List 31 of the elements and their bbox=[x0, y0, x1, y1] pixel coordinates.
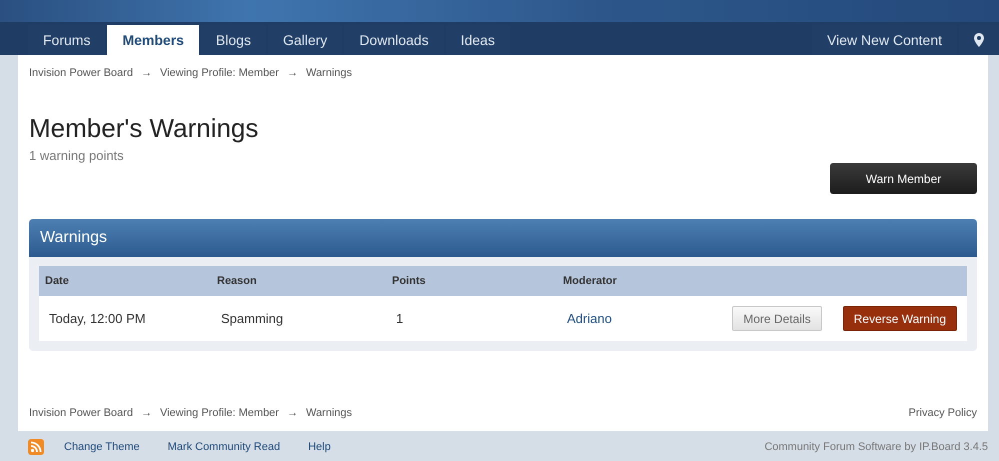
footer-link[interactable]: Mark Community Read bbox=[168, 441, 280, 453]
warning-points-text: 1 warning points bbox=[29, 148, 125, 163]
breadcrumb-link[interactable]: Viewing Profile: Member bbox=[160, 67, 279, 79]
reverse-warning-button[interactable]: Reverse Warning bbox=[842, 306, 957, 331]
breadcrumb-separator: → bbox=[140, 67, 152, 79]
table-cell-text: Today, 12:00 PM bbox=[49, 311, 147, 326]
column-header: Date bbox=[45, 275, 70, 287]
map-pin-icon bbox=[974, 33, 984, 47]
more-details-button[interactable]: More Details bbox=[732, 306, 822, 331]
table-cell-text: 1 bbox=[396, 311, 404, 326]
breadcrumb-separator: → bbox=[286, 67, 298, 79]
column-header: Points bbox=[392, 275, 427, 287]
copyright-text: Community Forum Software by IP.Board 3.4.5 bbox=[764, 441, 988, 453]
privacy-policy-link[interactable]: Privacy Policy bbox=[908, 407, 977, 419]
breadcrumb-link[interactable]: Invision Power Board bbox=[29, 67, 133, 79]
panel-header: Warnings bbox=[29, 219, 977, 257]
breadcrumb-separator: → bbox=[286, 407, 298, 419]
column-header: Reason bbox=[217, 275, 258, 287]
warn-member-button[interactable]: Warn Member bbox=[830, 163, 977, 194]
breadcrumb-link[interactable]: Warnings bbox=[306, 67, 352, 79]
breadcrumb-link[interactable]: Viewing Profile: Member bbox=[160, 407, 279, 419]
column-header: Moderator bbox=[563, 275, 618, 287]
breadcrumb-link[interactable]: Invision Power Board bbox=[29, 407, 133, 419]
page-title: Member's Warnings bbox=[29, 113, 260, 144]
breadcrumb-link[interactable]: Warnings bbox=[306, 407, 352, 419]
footer-link[interactable]: Change Theme bbox=[64, 441, 140, 453]
footer-link[interactable]: Help bbox=[308, 441, 331, 453]
nav-tab[interactable]: Members bbox=[107, 25, 199, 55]
table-cell-text: Spamming bbox=[221, 311, 284, 326]
moderator-link[interactable]: Adriano bbox=[567, 310, 612, 326]
breadcrumb-separator: → bbox=[140, 407, 152, 419]
